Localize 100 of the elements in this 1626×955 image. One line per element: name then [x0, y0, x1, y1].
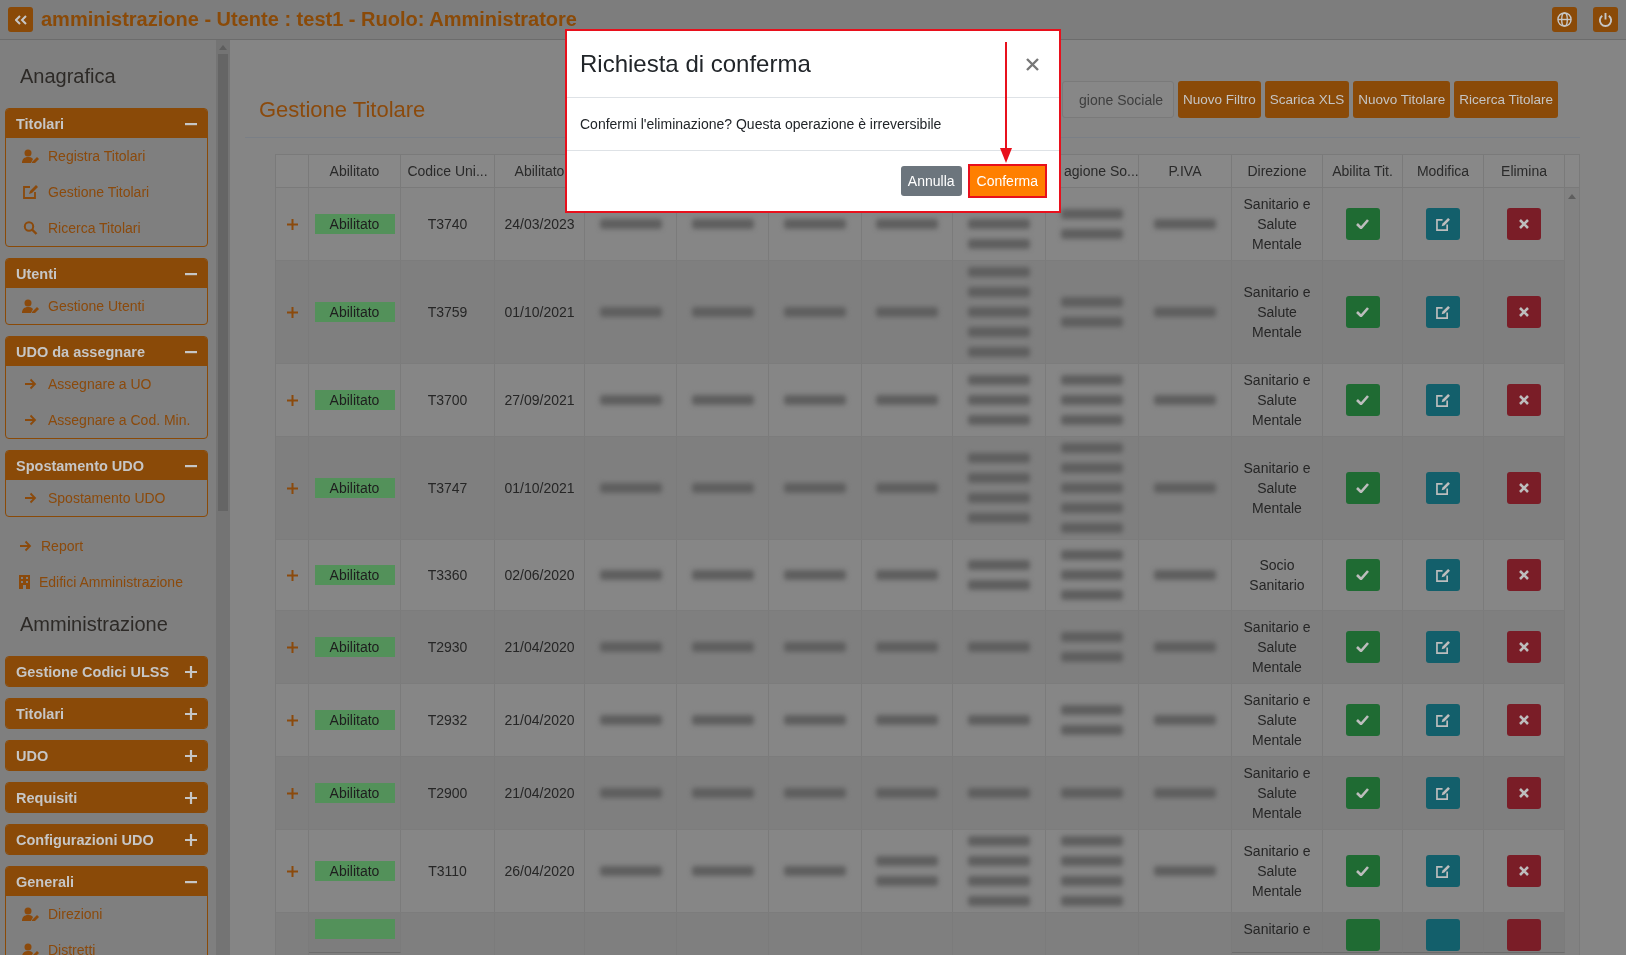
enable-button[interactable] — [1345, 384, 1380, 416]
collapse-sidebar-button[interactable] — [8, 7, 33, 32]
edit-icon — [1436, 217, 1450, 231]
delete-button[interactable] — [1507, 631, 1541, 663]
enable-button[interactable] — [1345, 208, 1380, 240]
blurred-text — [691, 642, 754, 652]
delete-button[interactable] — [1507, 472, 1541, 504]
edit-button[interactable] — [1426, 631, 1460, 663]
edit-button[interactable] — [1426, 296, 1460, 328]
panel-header[interactable]: Spostamento UDO — [6, 451, 207, 480]
table-cell: T2930 — [427, 639, 468, 655]
table-cell: T3759 — [427, 304, 468, 320]
edit-icon — [1436, 568, 1450, 582]
delete-button[interactable] — [1507, 384, 1541, 416]
enable-button[interactable] — [1345, 855, 1380, 887]
plus-icon[interactable] — [185, 749, 197, 762]
blurred-text — [599, 307, 662, 317]
delete-button[interactable] — [1507, 208, 1541, 240]
edit-button[interactable] — [1426, 472, 1460, 504]
edit-icon — [1436, 713, 1450, 727]
table-cell-text: Sanitario e Salute Mentale — [1242, 842, 1312, 901]
delete-button[interactable] — [1507, 296, 1541, 328]
table-cell-text: Sanitario e Salute Mentale — [1242, 691, 1312, 750]
edit-icon — [1436, 481, 1450, 495]
blurred-text — [691, 395, 754, 405]
panel-title: Generali — [16, 873, 75, 890]
enable-button[interactable] — [1345, 704, 1380, 736]
edit-button[interactable] — [1426, 855, 1460, 887]
blurred-text — [968, 788, 1030, 798]
delete-button[interactable] — [1507, 777, 1541, 809]
enable-button[interactable] — [1345, 559, 1380, 591]
user-edit-icon — [22, 149, 39, 163]
status-badge: Abilitato — [314, 637, 395, 657]
delete-button[interactable] — [1507, 704, 1541, 736]
section-heading: Amministrazione — [19, 612, 169, 637]
blurred-text — [876, 483, 938, 493]
table-cell: T2900 — [427, 785, 468, 801]
sidebar-scrollbar[interactable] — [216, 40, 230, 955]
blurred-text — [968, 453, 1030, 523]
table-cell: T3740 — [427, 216, 468, 232]
blurred-text — [876, 788, 938, 798]
status-badge: Abilitato — [314, 214, 395, 234]
panel-header[interactable]: Generali — [6, 867, 207, 896]
enable-button[interactable] — [1345, 472, 1380, 504]
blurred-text — [599, 395, 662, 405]
blurred-text — [1154, 219, 1216, 229]
panel-header[interactable]: Utenti — [6, 259, 207, 288]
blurred-text — [1154, 395, 1216, 405]
plus-icon[interactable] — [185, 665, 197, 678]
action-button[interactable]: Nuovo Filtro — [1178, 81, 1261, 118]
plus-icon[interactable] — [185, 833, 197, 846]
enable-button[interactable] — [1345, 777, 1380, 809]
blurred-text — [1061, 297, 1123, 327]
panel-header[interactable]: UDO — [6, 741, 207, 770]
panel-header[interactable]: Requisiti — [6, 783, 207, 812]
status-badge: Abilitato — [314, 302, 395, 322]
blurred-text — [691, 307, 754, 317]
enable-button[interactable] — [1345, 631, 1380, 663]
plus-icon[interactable] — [185, 707, 197, 720]
blurred-text — [1154, 483, 1216, 493]
action-button[interactable]: Nuovo Titolare — [1353, 81, 1451, 118]
blurred-text — [784, 307, 846, 317]
enable-button[interactable] — [1345, 296, 1380, 328]
blurred-text — [784, 715, 846, 725]
edit-button[interactable] — [1426, 384, 1460, 416]
action-button[interactable]: Ricerca Titolare — [1454, 81, 1558, 118]
close-icon — [1519, 307, 1529, 317]
edit-button[interactable] — [1426, 559, 1460, 591]
status-badge: Abilitato — [314, 783, 395, 803]
confirm-button[interactable]: Conferma — [969, 166, 1045, 196]
blurred-text — [1061, 836, 1123, 906]
edit-button[interactable] — [1426, 777, 1460, 809]
logout-button[interactable] — [1593, 7, 1618, 32]
edit-button[interactable] — [1426, 704, 1460, 736]
panel-header[interactable]: UDO da assegnare — [6, 337, 207, 366]
table-cell: 24/03/2023 — [504, 216, 575, 232]
panel-header[interactable]: Titolari — [6, 109, 207, 138]
check-icon — [1356, 642, 1369, 652]
blurred-text — [784, 395, 846, 405]
blurred-text — [1061, 788, 1123, 798]
panel-header[interactable]: Gestione Codici ULSS — [6, 657, 207, 686]
delete-button[interactable] — [1507, 855, 1541, 887]
blurred-text — [599, 642, 662, 652]
language-button[interactable] — [1552, 7, 1577, 32]
user-edit-icon — [22, 943, 39, 955]
delete-button[interactable] — [1507, 559, 1541, 591]
cancel-button[interactable]: Annulla — [900, 166, 962, 196]
table-cell: 27/09/2021 — [504, 392, 575, 408]
search-field[interactable]: gione Sociale — [1062, 81, 1175, 118]
panel-header[interactable]: Configurazioni UDO — [6, 825, 207, 854]
plus-icon[interactable] — [185, 791, 197, 804]
column-header: Direzione — [1247, 163, 1307, 179]
arrow-right-icon — [22, 414, 39, 426]
edit-button[interactable] — [1426, 208, 1460, 240]
panel-header[interactable]: Titolari — [6, 699, 207, 728]
close-icon — [1519, 715, 1529, 725]
action-button[interactable]: Scarica XLS — [1264, 81, 1350, 118]
close-icon — [1519, 395, 1529, 405]
column-header: agione So... — [1064, 163, 1139, 179]
panel-title: Requisiti — [16, 789, 78, 806]
